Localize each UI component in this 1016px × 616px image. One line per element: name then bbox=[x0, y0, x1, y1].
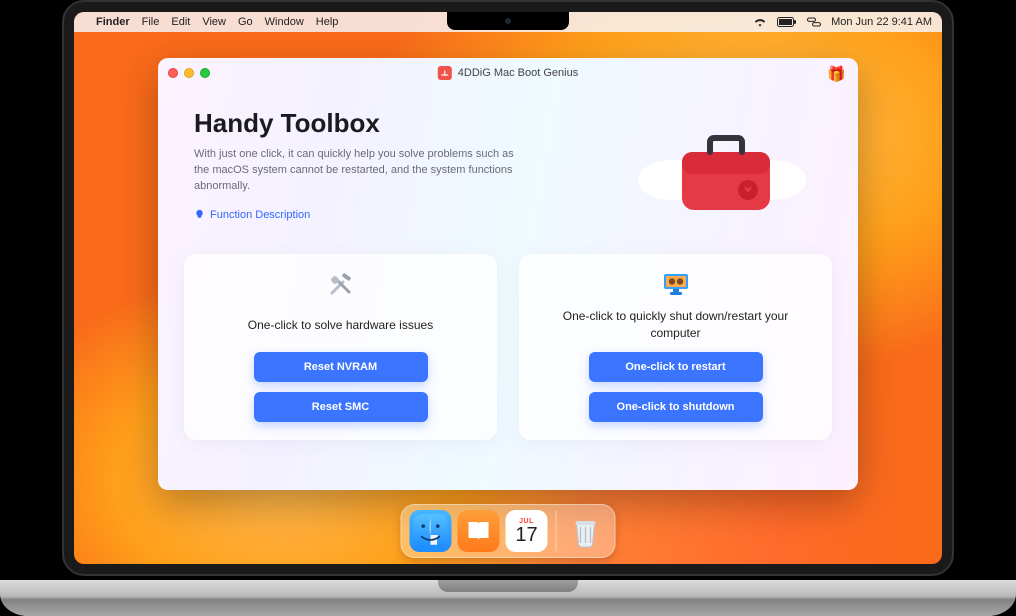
notch bbox=[447, 12, 569, 30]
card-hardware-title: One-click to solve hardware issues bbox=[248, 308, 433, 342]
dock-trash[interactable] bbox=[565, 510, 607, 552]
function-description-link[interactable]: Function Description bbox=[194, 209, 310, 221]
wifi-icon[interactable] bbox=[753, 16, 767, 28]
reset-smc-button[interactable]: Reset SMC bbox=[254, 392, 428, 422]
menubar-item-edit[interactable]: Edit bbox=[171, 16, 190, 28]
menubar-app-name[interactable]: Finder bbox=[96, 16, 130, 28]
calendar-day: 17 bbox=[515, 525, 537, 545]
dock: Jul 17 bbox=[401, 504, 616, 558]
page-subtitle: With just one click, it can quickly help… bbox=[194, 147, 524, 195]
menubar-right: Mon Jun 22 9:41 AM bbox=[753, 16, 932, 28]
app-window: 4DDiG Mac Boot Genius 🎁 Handy Toolbox Wi… bbox=[158, 58, 858, 490]
card-power: One-click to quickly shut down/restart y… bbox=[519, 254, 832, 440]
tools-icon bbox=[327, 270, 355, 300]
laptop-frame: Finder File Edit View Go Window Help Mon… bbox=[0, 0, 1016, 616]
menubar-item-file[interactable]: File bbox=[142, 16, 160, 28]
monitor-power-icon bbox=[661, 270, 691, 300]
dock-separator bbox=[556, 511, 557, 551]
dock-finder[interactable] bbox=[410, 510, 452, 552]
function-description-label: Function Description bbox=[210, 209, 310, 221]
menubar-item-go[interactable]: Go bbox=[238, 16, 253, 28]
app-logo-icon bbox=[438, 66, 452, 80]
menubar-item-view[interactable]: View bbox=[202, 16, 226, 28]
hero-text: Handy Toolbox With just one click, it ca… bbox=[194, 108, 612, 225]
menubar-item-window[interactable]: Window bbox=[265, 16, 304, 28]
page-title: Handy Toolbox bbox=[194, 108, 612, 139]
shutdown-button[interactable]: One-click to shutdown bbox=[589, 392, 763, 422]
battery-icon[interactable] bbox=[777, 16, 797, 28]
window-title: 4DDiG Mac Boot Genius bbox=[458, 67, 578, 79]
menubar-left: Finder File Edit View Go Window Help bbox=[84, 16, 338, 28]
close-window-button[interactable] bbox=[168, 68, 178, 78]
minimize-window-button[interactable] bbox=[184, 68, 194, 78]
menubar-item-help[interactable]: Help bbox=[316, 16, 339, 28]
titlebar: 4DDiG Mac Boot Genius 🎁 bbox=[158, 58, 858, 88]
card-power-title: One-click to quickly shut down/restart y… bbox=[537, 308, 814, 342]
dock-books[interactable] bbox=[458, 510, 500, 552]
gift-icon[interactable]: 🎁 bbox=[827, 65, 846, 83]
hero-section: Handy Toolbox With just one click, it ca… bbox=[158, 88, 858, 244]
screen: Finder File Edit View Go Window Help Mon… bbox=[74, 12, 942, 564]
traffic-lights bbox=[168, 68, 210, 78]
control-center-icon[interactable] bbox=[807, 16, 821, 28]
toolbox-illustration bbox=[622, 108, 822, 238]
laptop-base bbox=[0, 580, 1016, 616]
window-title-group: 4DDiG Mac Boot Genius bbox=[438, 66, 578, 80]
cards-row: One-click to solve hardware issues Reset… bbox=[158, 244, 858, 464]
card-hardware: One-click to solve hardware issues Reset… bbox=[184, 254, 497, 440]
menubar-datetime[interactable]: Mon Jun 22 9:41 AM bbox=[831, 16, 932, 28]
reset-nvram-button[interactable]: Reset NVRAM bbox=[254, 352, 428, 382]
hint-icon bbox=[194, 209, 205, 220]
restart-button[interactable]: One-click to restart bbox=[589, 352, 763, 382]
dock-calendar[interactable]: Jul 17 bbox=[506, 510, 548, 552]
fullscreen-window-button[interactable] bbox=[200, 68, 210, 78]
